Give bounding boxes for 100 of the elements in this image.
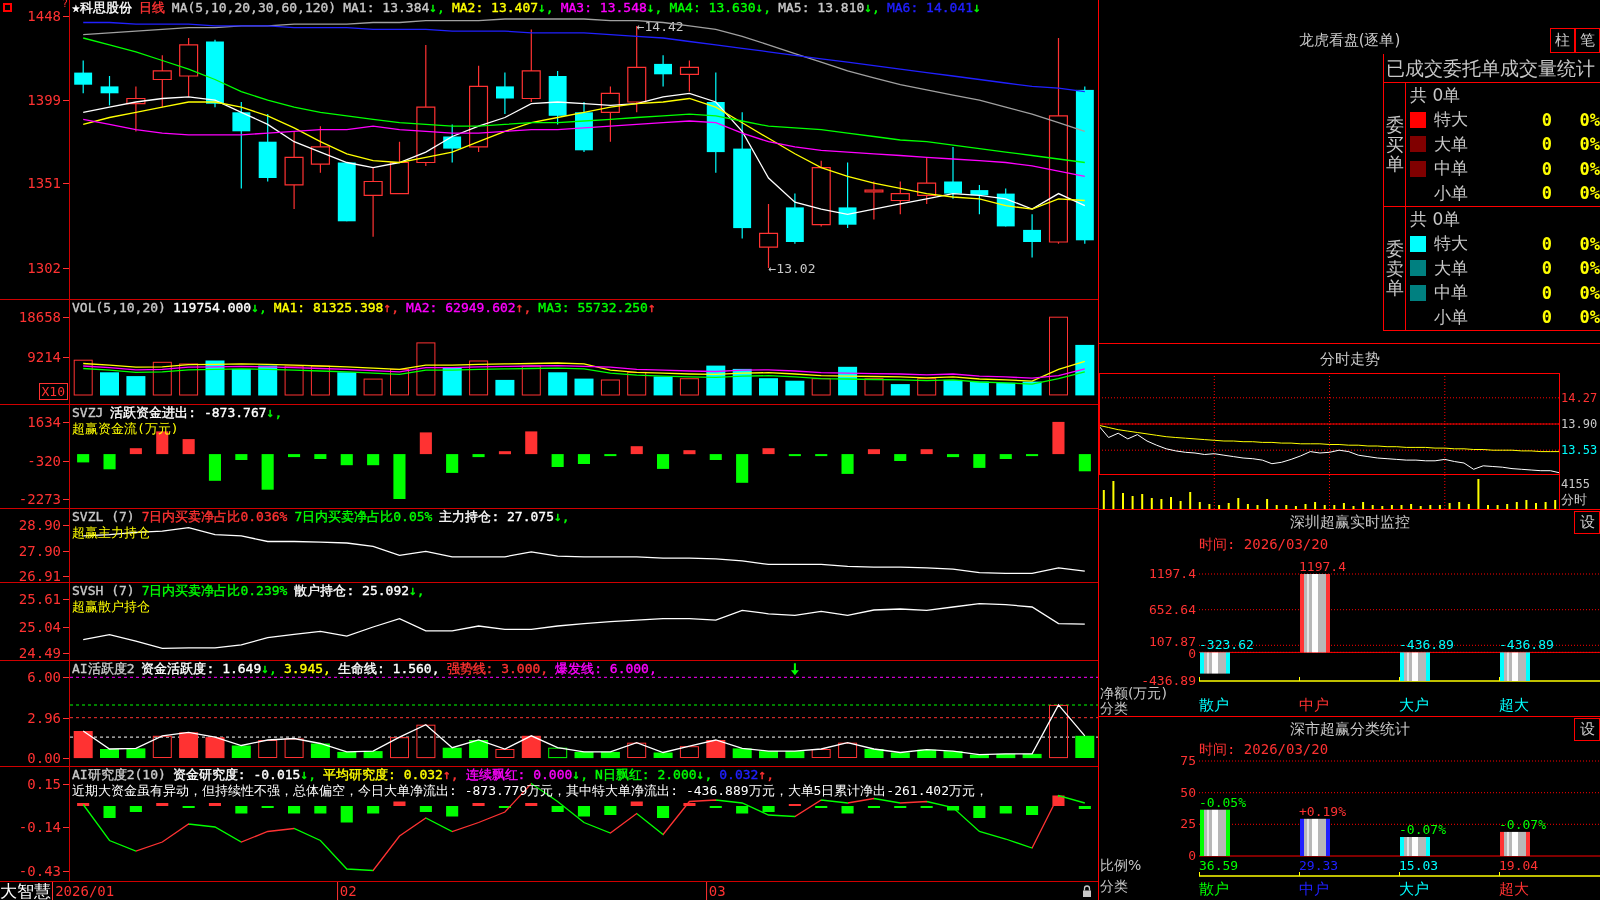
y-axis-label: 75 [1180, 753, 1196, 768]
indicator-label: SVSH (7) [72, 583, 135, 598]
value-label: 1197.4 [1299, 559, 1346, 574]
change-label: +0.19% [1299, 803, 1346, 819]
trend-arrow: ↑, [442, 767, 459, 782]
trend-arrow: ↓, [755, 0, 772, 15]
trend-arrow: ↑, [515, 300, 532, 315]
indicator-title: 超赢散户持仓 [72, 599, 150, 615]
value-label: -323.62 [1199, 637, 1254, 653]
y-axis-label: 25.04 [18, 618, 61, 635]
order-total: 共 0单 [1410, 207, 1461, 231]
indicator-label: 119754.000 [172, 300, 252, 315]
y-axis-label: 9214 [27, 348, 61, 365]
category-label: 超大 [1499, 696, 1529, 714]
y-axis-label: 1351 [27, 175, 61, 192]
order-size-label: 特大 [1434, 108, 1468, 132]
y-axis-label: 1399 [27, 92, 61, 109]
axis-title: 分时 [1561, 492, 1587, 507]
order-count: 0 [1541, 258, 1552, 279]
indicator-label: 3.945, [283, 661, 331, 676]
change-label: -0.07% [1399, 822, 1446, 837]
order-count: 0 [1541, 233, 1552, 254]
indicator-label: MA4: 13.630 [669, 0, 756, 15]
indicator-label: MA2: 13.407 [451, 0, 539, 15]
axis-title: 分类 [1100, 700, 1128, 716]
order-share: 0% [1579, 183, 1600, 204]
value-label: -436.89 [1499, 637, 1554, 653]
trend-arrow: ↓, [696, 767, 713, 782]
indicator-label: MA5: 13.810 [778, 0, 865, 15]
y-axis-label: 0.15 [27, 775, 61, 792]
axis-title: 比例% [1100, 857, 1142, 873]
indicator-label: MA1: 13.384 [343, 0, 430, 15]
indicator-label: ★科思股份 [72, 0, 132, 15]
y-axis-label: -0.43 [18, 862, 61, 879]
order-size-label: 小单 [1434, 181, 1468, 205]
value-label: 36.59 [1199, 858, 1239, 873]
order-size-label: 小单 [1434, 305, 1468, 329]
order-share: 0% [1579, 307, 1600, 328]
value-label: 29.33 [1299, 858, 1339, 873]
date-label: 02 [336, 882, 357, 900]
y-axis-label: 13.53 [1561, 443, 1598, 458]
axis-title: 分类 [1100, 878, 1128, 894]
y-axis-label: 14.27 [1561, 390, 1598, 405]
trend-arrow: ↓, [266, 405, 283, 420]
trend-arrow: ↓, [251, 300, 267, 315]
price-extreme-label: ←14.42 [636, 18, 684, 34]
panel-title: 深圳超赢实时监控 [1289, 513, 1410, 531]
order-count: 0 [1541, 282, 1552, 303]
y-axis-label: 25.61 [18, 590, 61, 607]
indicator-label: SVZL (7) [72, 509, 135, 524]
y-axis-label: -2273 [18, 491, 61, 508]
y-axis-label: 6.00 [27, 669, 61, 686]
order-size-label: 大单 [1434, 256, 1468, 280]
y-axis-label: 652.64 [1149, 601, 1196, 617]
order-share: 0% [1579, 134, 1600, 155]
table-title: 已成交委托单成交量统计 [1386, 56, 1595, 80]
y-axis-label: -436.89 [1141, 673, 1196, 688]
indicator-label: 生命线: 1.560, [337, 661, 440, 676]
category-label: 中户 [1299, 696, 1329, 714]
y-axis-label: 13.90 [1561, 417, 1598, 431]
y-axis-label: 27.90 [18, 542, 61, 559]
trend-arrow: ↑, [383, 300, 400, 315]
y-axis-label: 26.91 [18, 567, 61, 584]
indicator-label: SVZJ [72, 405, 104, 420]
trend-arrow: ↓, [538, 0, 554, 15]
indicator-label: 7日内买卖净占比0.239% [141, 583, 288, 598]
category-label: 超大 [1499, 880, 1529, 898]
app-name: 大智慧 [0, 882, 51, 900]
group-label: 委卖单 [1385, 238, 1404, 299]
panel-title: 深市超赢分类统计 [1289, 720, 1410, 738]
order-share: 0% [1579, 258, 1600, 279]
date-label: 03 [705, 882, 726, 900]
trend-arrow: ↓, [646, 0, 663, 15]
price-extreme-label: ←13.02 [768, 260, 816, 276]
indicator-label: 散户持仓: 25.092 [294, 583, 410, 598]
date-label: 2026/01 [52, 882, 115, 900]
y-axis-label: 2.96 [27, 710, 61, 727]
trend-arrow: ↓, [429, 0, 445, 15]
indicator-label: AI活跃度2 [72, 661, 135, 676]
order-share: 0% [1579, 282, 1600, 303]
order-count: 0 [1541, 134, 1552, 155]
trend-arrow: ↑ [647, 300, 656, 315]
indicator-label: VOL(5,10,20) [72, 300, 166, 315]
timestamp: 时间: 2026/03/20 [1199, 741, 1329, 757]
indicator-label: 连续飘红: 0.000 [465, 767, 573, 782]
order-share: 0% [1579, 109, 1600, 130]
indicator-label: 0.032 [719, 767, 759, 782]
y-axis-label: 28.90 [18, 517, 61, 534]
indicator-label: 活跃资金进出: -873.767 [110, 405, 267, 420]
indicator-label: 资金研究度: -0.015 [172, 767, 301, 782]
trend-arrow: ↓ [973, 0, 981, 15]
category-label: 散户 [1199, 696, 1229, 714]
indicator-label: 主力持仓: 27.075 [439, 509, 554, 524]
trend-arrow: ↓, [300, 767, 317, 782]
order-count: 0 [1541, 158, 1552, 179]
y-axis-label: 18658 [18, 308, 61, 325]
indicator-label: MA1: 81325.398 [273, 300, 384, 315]
indicator-label: 爆发线: 6.000, [555, 661, 657, 676]
order-share: 0% [1579, 158, 1600, 179]
order-count: 0 [1541, 183, 1552, 204]
